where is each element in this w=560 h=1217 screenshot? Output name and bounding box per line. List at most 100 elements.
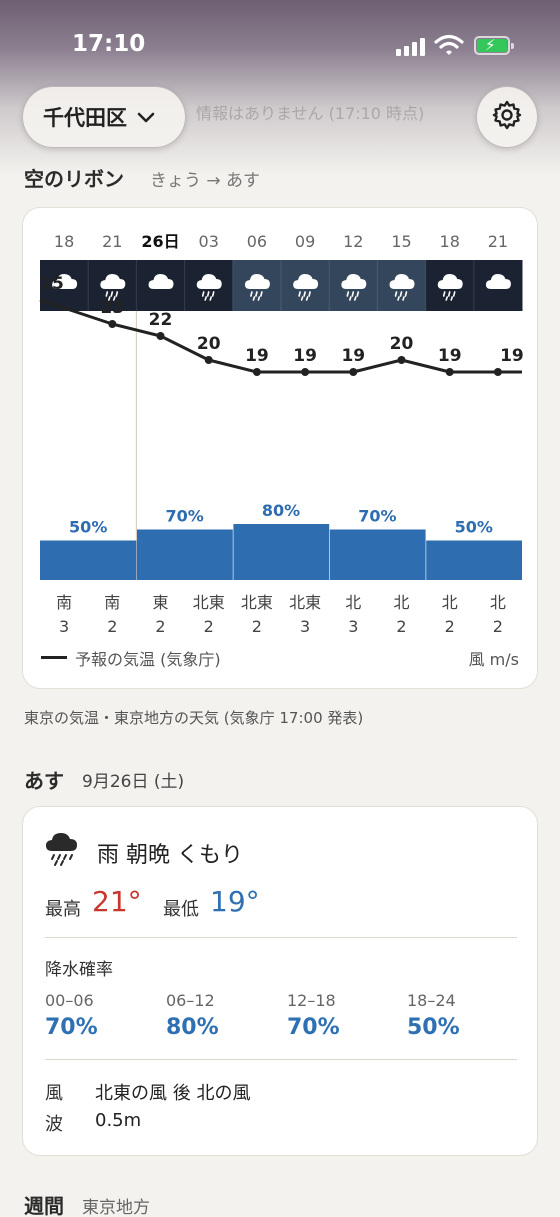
wind-direction-label: 北 xyxy=(442,593,458,612)
temperature-label: 20 xyxy=(390,334,414,354)
sky-ribbon-chart: 18 21 26日 03 06 09 12 15 18 212523222019 19 192019 1… xyxy=(39,232,524,636)
wind-speed-label: 2 xyxy=(204,617,214,636)
precip-bar xyxy=(329,529,426,580)
cellular-signal-icon xyxy=(396,36,426,56)
hour-label: 12 xyxy=(343,232,363,251)
precip-value: 80% xyxy=(166,1015,219,1040)
wind-direction-label: 北東 xyxy=(241,593,273,612)
low-temp-value: 19° xyxy=(210,885,260,918)
precip-label: 50% xyxy=(69,518,107,537)
tomorrow-date: 9月26日 (土) xyxy=(82,772,185,792)
status-time: 17:10 xyxy=(72,31,146,57)
temperature-label: 19 xyxy=(438,346,462,366)
ribbon-section-subtitle: きょう → あす xyxy=(150,171,261,191)
wave-value: 0.5m xyxy=(95,1110,142,1131)
weekly-subtitle: 東京地方 xyxy=(82,1198,150,1217)
wind-unit-label: 風 m/s xyxy=(468,650,519,669)
wind-direction-label: 南 xyxy=(104,593,120,612)
temperature-label: 19 xyxy=(293,346,317,366)
wind-speed-label: 2 xyxy=(445,617,455,636)
precip-label: 70% xyxy=(165,507,203,526)
precip-label: 70% xyxy=(358,507,396,526)
wind-direction-label: 東 xyxy=(152,593,168,612)
temperature-point xyxy=(349,368,358,376)
wind-speed-label: 3 xyxy=(300,617,310,636)
temperature-point xyxy=(156,332,165,340)
precip-value: 70% xyxy=(287,1015,340,1040)
temperature-label: 19 xyxy=(500,346,524,366)
hour-label: 18 xyxy=(440,232,460,251)
high-temp-value: 21° xyxy=(92,885,142,918)
notice-text: 情報はありません (17:10 時点) xyxy=(196,104,425,123)
wind-direction-label: 北 xyxy=(393,593,409,612)
tomorrow-weather-text: 雨 朝晩 くもり xyxy=(97,843,243,868)
precip-bar xyxy=(137,529,233,580)
wind-speed-label: 3 xyxy=(348,617,358,636)
status-bar: 17:10 ⚡ xyxy=(0,28,560,64)
chevron-down-icon xyxy=(137,105,155,129)
source-note: 東京の気温・東京地方の天気 (気象庁 17:00 発表) xyxy=(24,709,364,727)
temperature-point xyxy=(204,356,213,364)
precip-label: 50% xyxy=(455,518,493,537)
hour-label: 09 xyxy=(295,232,315,251)
temperature-label: 22 xyxy=(149,310,173,330)
legend-line-swatch xyxy=(41,656,67,659)
wind-speed-label: 2 xyxy=(493,617,503,636)
ribbon-section-title: 空のリボン xyxy=(24,167,124,191)
temperature-point xyxy=(445,368,454,376)
precip-range: 00–06 xyxy=(45,991,94,1010)
wind-direction-label: 北 xyxy=(345,593,361,612)
temperature-label: 23 xyxy=(100,298,124,318)
rain-cloud-icon xyxy=(43,827,83,871)
gear-icon xyxy=(491,99,523,135)
precip-value: 50% xyxy=(407,1015,460,1040)
location-selector-button[interactable]: 千代田区 xyxy=(22,86,186,148)
tomorrow-forecast-card: 雨 朝晩 くもり 最高 21° 最低 19° 降水確率 00–06 70% 06… xyxy=(22,806,538,1156)
hour-label: 18 xyxy=(54,232,74,251)
divider xyxy=(45,1059,517,1060)
hour-label: 06 xyxy=(247,232,267,251)
precip-title: 降水確率 xyxy=(45,960,113,980)
wind-speed-label: 2 xyxy=(155,617,165,636)
precip-bar xyxy=(426,540,522,580)
wind-direction-label: 北東 xyxy=(289,593,321,612)
low-temp-label: 最低 xyxy=(163,899,199,920)
wind-speed-label: 2 xyxy=(252,617,262,636)
sky-ribbon-card[interactable]: 18 21 26日 03 06 09 12 15 18 21 25 23 22 20 19 19 19 20 19 1… xyxy=(22,207,538,689)
precip-value: 70% xyxy=(45,1015,98,1040)
temperature-label: 19 xyxy=(341,346,365,366)
temperature-label: 25 xyxy=(40,274,64,294)
hour-label: 21 xyxy=(102,232,122,251)
temperature-label: 20 xyxy=(197,334,221,354)
wind-direction-label: 南 xyxy=(56,593,72,612)
precip-label: 80% xyxy=(262,501,300,520)
temperature-label: 19 xyxy=(245,346,269,366)
temperature-point xyxy=(301,368,310,376)
wave-label: 波 xyxy=(45,1114,63,1135)
wind-direction-label: 北 xyxy=(490,593,506,612)
precip-range: 18–24 xyxy=(407,991,456,1010)
weekly-title: 週間 xyxy=(24,1194,64,1217)
hour-label: 03 xyxy=(199,232,219,251)
settings-button[interactable] xyxy=(476,86,538,148)
precip-bar xyxy=(40,540,137,580)
hour-label: 21 xyxy=(488,232,508,251)
legend-label: 予報の気温 (気象庁) xyxy=(75,650,221,669)
precip-bar xyxy=(233,524,330,580)
battery-icon: ⚡ xyxy=(474,36,514,55)
wind-speed-label: 2 xyxy=(396,617,406,636)
temperature-point xyxy=(108,320,117,328)
wind-speed-label: 3 xyxy=(59,617,69,636)
location-label: 千代田区 xyxy=(43,106,127,130)
wind-label: 風 xyxy=(45,1083,63,1104)
temperature-point xyxy=(252,368,261,376)
temperature-point xyxy=(397,356,406,364)
hour-label: 26日 xyxy=(141,232,179,251)
hour-label: 15 xyxy=(391,232,411,251)
tomorrow-title: あす xyxy=(24,769,64,793)
wifi-icon xyxy=(434,34,464,60)
temperature-point xyxy=(493,368,502,376)
high-temp-label: 最高 xyxy=(45,899,81,920)
wind-value: 北東の風 後 北の風 xyxy=(95,1083,251,1104)
precip-range: 12–18 xyxy=(287,991,336,1010)
